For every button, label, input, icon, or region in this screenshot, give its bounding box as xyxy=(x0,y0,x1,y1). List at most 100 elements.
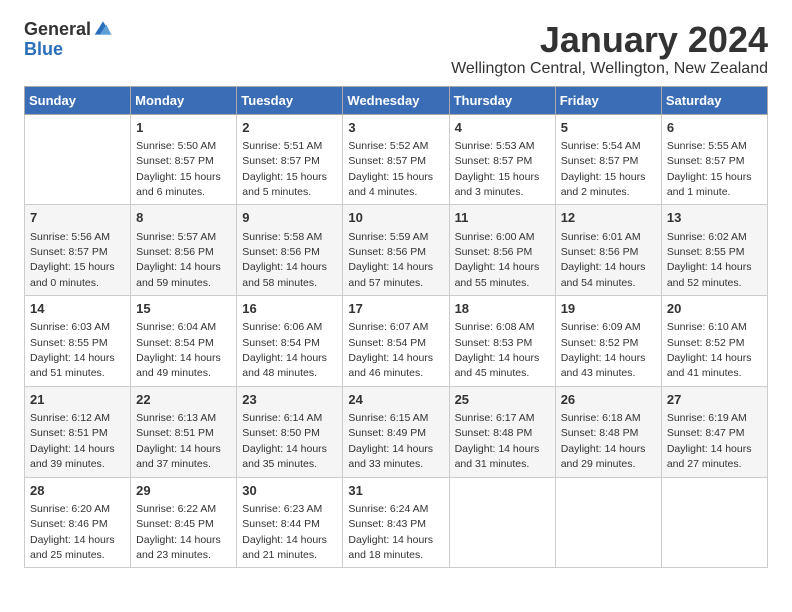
day-cell xyxy=(25,114,131,205)
day-number: 13 xyxy=(667,209,762,227)
location-title: Wellington Central, Wellington, New Zeal… xyxy=(451,60,768,78)
day-number: 8 xyxy=(136,209,231,227)
day-number: 1 xyxy=(136,119,231,137)
column-headers: SundayMondayTuesdayWednesdayThursdayFrid… xyxy=(25,86,768,114)
day-cell xyxy=(449,477,555,568)
col-header-friday: Friday xyxy=(555,86,661,114)
day-cell: 17 Sunrise: 6:07 AM Sunset: 8:54 PM Dayli… xyxy=(343,296,449,387)
day-cell: 9 Sunrise: 5:58 AM Sunset: 8:56 PM Daylig… xyxy=(237,205,343,296)
day-info: Sunrise: 5:53 AM Sunset: 8:57 PM Dayligh… xyxy=(455,140,540,198)
col-header-monday: Monday xyxy=(131,86,237,114)
day-cell: 14 Sunrise: 6:03 AM Sunset: 8:55 PM Dayli… xyxy=(25,296,131,387)
title-block: January 2024 Wellington Central, Welling… xyxy=(451,20,768,78)
day-info: Sunrise: 6:18 AM Sunset: 8:48 PM Dayligh… xyxy=(561,412,646,470)
day-info: Sunrise: 5:57 AM Sunset: 8:56 PM Dayligh… xyxy=(136,231,221,289)
day-info: Sunrise: 6:22 AM Sunset: 8:45 PM Dayligh… xyxy=(136,503,221,561)
day-info: Sunrise: 6:06 AM Sunset: 8:54 PM Dayligh… xyxy=(242,321,327,379)
day-number: 9 xyxy=(242,209,337,227)
day-cell: 13 Sunrise: 6:02 AM Sunset: 8:55 PM Dayli… xyxy=(661,205,767,296)
day-number: 17 xyxy=(348,300,443,318)
week-row-1: 1 Sunrise: 5:50 AM Sunset: 8:57 PM Daylig… xyxy=(25,114,768,205)
day-cell: 15 Sunrise: 6:04 AM Sunset: 8:54 PM Dayli… xyxy=(131,296,237,387)
day-cell: 23Sunrise: 6:14 AM Sunset: 8:50 PM Dayli… xyxy=(237,386,343,477)
day-info: Sunrise: 5:51 AM Sunset: 8:57 PM Dayligh… xyxy=(242,140,327,198)
day-cell: 8 Sunrise: 5:57 AM Sunset: 8:56 PM Daylig… xyxy=(131,205,237,296)
day-cell: 16 Sunrise: 6:06 AM Sunset: 8:54 PM Dayli… xyxy=(237,296,343,387)
day-number: 16 xyxy=(242,300,337,318)
day-info: Sunrise: 6:04 AM Sunset: 8:54 PM Dayligh… xyxy=(136,321,221,379)
day-info: Sunrise: 5:58 AM Sunset: 8:56 PM Dayligh… xyxy=(242,231,327,289)
day-number: 10 xyxy=(348,209,443,227)
day-info: Sunrise: 6:19 AM Sunset: 8:47 PM Dayligh… xyxy=(667,412,752,470)
logo: General Blue xyxy=(24,20,113,60)
day-info: Sunrise: 6:17 AM Sunset: 8:48 PM Dayligh… xyxy=(455,412,540,470)
col-header-tuesday: Tuesday xyxy=(237,86,343,114)
day-info: Sunrise: 6:03 AM Sunset: 8:55 PM Dayligh… xyxy=(30,321,115,379)
day-number: 22 xyxy=(136,391,231,409)
day-info: Sunrise: 5:52 AM Sunset: 8:57 PM Dayligh… xyxy=(348,140,433,198)
day-info: Sunrise: 6:01 AM Sunset: 8:56 PM Dayligh… xyxy=(561,231,646,289)
day-number: 5 xyxy=(561,119,656,137)
day-info: Sunrise: 6:08 AM Sunset: 8:53 PM Dayligh… xyxy=(455,321,540,379)
day-cell: 7Sunrise: 5:56 AM Sunset: 8:57 PM Daylig… xyxy=(25,205,131,296)
day-number: 26 xyxy=(561,391,656,409)
day-number: 31 xyxy=(348,482,443,500)
day-number: 21 xyxy=(30,391,125,409)
day-number: 29 xyxy=(136,482,231,500)
day-number: 7 xyxy=(30,209,125,227)
day-number: 18 xyxy=(455,300,550,318)
week-row-4: 21 Sunrise: 6:12 AM Sunset: 8:51 PM Dayli… xyxy=(25,386,768,477)
day-cell xyxy=(555,477,661,568)
day-info: Sunrise: 6:09 AM Sunset: 8:52 PM Dayligh… xyxy=(561,321,646,379)
day-cell: 25 Sunrise: 6:17 AM Sunset: 8:48 PM Dayli… xyxy=(449,386,555,477)
day-cell: 3 Sunrise: 5:52 AM Sunset: 8:57 PM Daylig… xyxy=(343,114,449,205)
day-cell: 4 Sunrise: 5:53 AM Sunset: 8:57 PM Daylig… xyxy=(449,114,555,205)
day-cell: 6 Sunrise: 5:55 AM Sunset: 8:57 PM Daylig… xyxy=(661,114,767,205)
day-cell: 21 Sunrise: 6:12 AM Sunset: 8:51 PM Dayli… xyxy=(25,386,131,477)
week-row-2: 7Sunrise: 5:56 AM Sunset: 8:57 PM Daylig… xyxy=(25,205,768,296)
col-header-thursday: Thursday xyxy=(449,86,555,114)
day-info: Sunrise: 6:07 AM Sunset: 8:54 PM Dayligh… xyxy=(348,321,433,379)
day-cell: 1 Sunrise: 5:50 AM Sunset: 8:57 PM Daylig… xyxy=(131,114,237,205)
col-header-sunday: Sunday xyxy=(25,86,131,114)
day-number: 14 xyxy=(30,300,125,318)
day-cell: 28 Sunrise: 6:20 AM Sunset: 8:46 PM Dayli… xyxy=(25,477,131,568)
day-info: Sunrise: 6:23 AM Sunset: 8:44 PM Dayligh… xyxy=(242,503,327,561)
day-number: 28 xyxy=(30,482,125,500)
day-cell: 19 Sunrise: 6:09 AM Sunset: 8:52 PM Dayli… xyxy=(555,296,661,387)
day-cell: 20Sunrise: 6:10 AM Sunset: 8:52 PM Dayli… xyxy=(661,296,767,387)
day-cell: 30 Sunrise: 6:23 AM Sunset: 8:44 PM Dayli… xyxy=(237,477,343,568)
day-cell: 11Sunrise: 6:00 AM Sunset: 8:56 PM Dayli… xyxy=(449,205,555,296)
day-number: 15 xyxy=(136,300,231,318)
day-cell: 2 Sunrise: 5:51 AM Sunset: 8:57 PM Daylig… xyxy=(237,114,343,205)
day-number: 3 xyxy=(348,119,443,137)
day-cell: 24Sunrise: 6:15 AM Sunset: 8:49 PM Dayli… xyxy=(343,386,449,477)
day-cell: 29 Sunrise: 6:22 AM Sunset: 8:45 PM Dayli… xyxy=(131,477,237,568)
day-info: Sunrise: 6:10 AM Sunset: 8:52 PM Dayligh… xyxy=(667,321,752,379)
day-number: 2 xyxy=(242,119,337,137)
day-number: 30 xyxy=(242,482,337,500)
day-cell: 18 Sunrise: 6:08 AM Sunset: 8:53 PM Dayli… xyxy=(449,296,555,387)
day-info: Sunrise: 5:54 AM Sunset: 8:57 PM Dayligh… xyxy=(561,140,646,198)
day-cell: 12Sunrise: 6:01 AM Sunset: 8:56 PM Dayli… xyxy=(555,205,661,296)
day-number: 4 xyxy=(455,119,550,137)
day-cell: 5 Sunrise: 5:54 AM Sunset: 8:57 PM Daylig… xyxy=(555,114,661,205)
day-info: Sunrise: 5:59 AM Sunset: 8:56 PM Dayligh… xyxy=(348,231,433,289)
day-info: Sunrise: 6:15 AM Sunset: 8:49 PM Dayligh… xyxy=(348,412,433,470)
day-info: Sunrise: 6:02 AM Sunset: 8:55 PM Dayligh… xyxy=(667,231,752,289)
day-cell: 31Sunrise: 6:24 AM Sunset: 8:43 PM Dayli… xyxy=(343,477,449,568)
col-header-saturday: Saturday xyxy=(661,86,767,114)
week-row-3: 14 Sunrise: 6:03 AM Sunset: 8:55 PM Dayli… xyxy=(25,296,768,387)
day-cell: 10 Sunrise: 5:59 AM Sunset: 8:56 PM Dayli… xyxy=(343,205,449,296)
logo-general: General xyxy=(24,20,91,40)
day-number: 19 xyxy=(561,300,656,318)
day-info: Sunrise: 6:20 AM Sunset: 8:46 PM Dayligh… xyxy=(30,503,115,561)
day-cell: 26 Sunrise: 6:18 AM Sunset: 8:48 PM Dayli… xyxy=(555,386,661,477)
calendar-table: SundayMondayTuesdayWednesdayThursdayFrid… xyxy=(24,86,768,569)
day-number: 27 xyxy=(667,391,762,409)
day-number: 6 xyxy=(667,119,762,137)
day-info: Sunrise: 6:12 AM Sunset: 8:51 PM Dayligh… xyxy=(30,412,115,470)
day-info: Sunrise: 5:55 AM Sunset: 8:57 PM Dayligh… xyxy=(667,140,752,198)
day-info: Sunrise: 5:50 AM Sunset: 8:57 PM Dayligh… xyxy=(136,140,221,198)
day-number: 25 xyxy=(455,391,550,409)
